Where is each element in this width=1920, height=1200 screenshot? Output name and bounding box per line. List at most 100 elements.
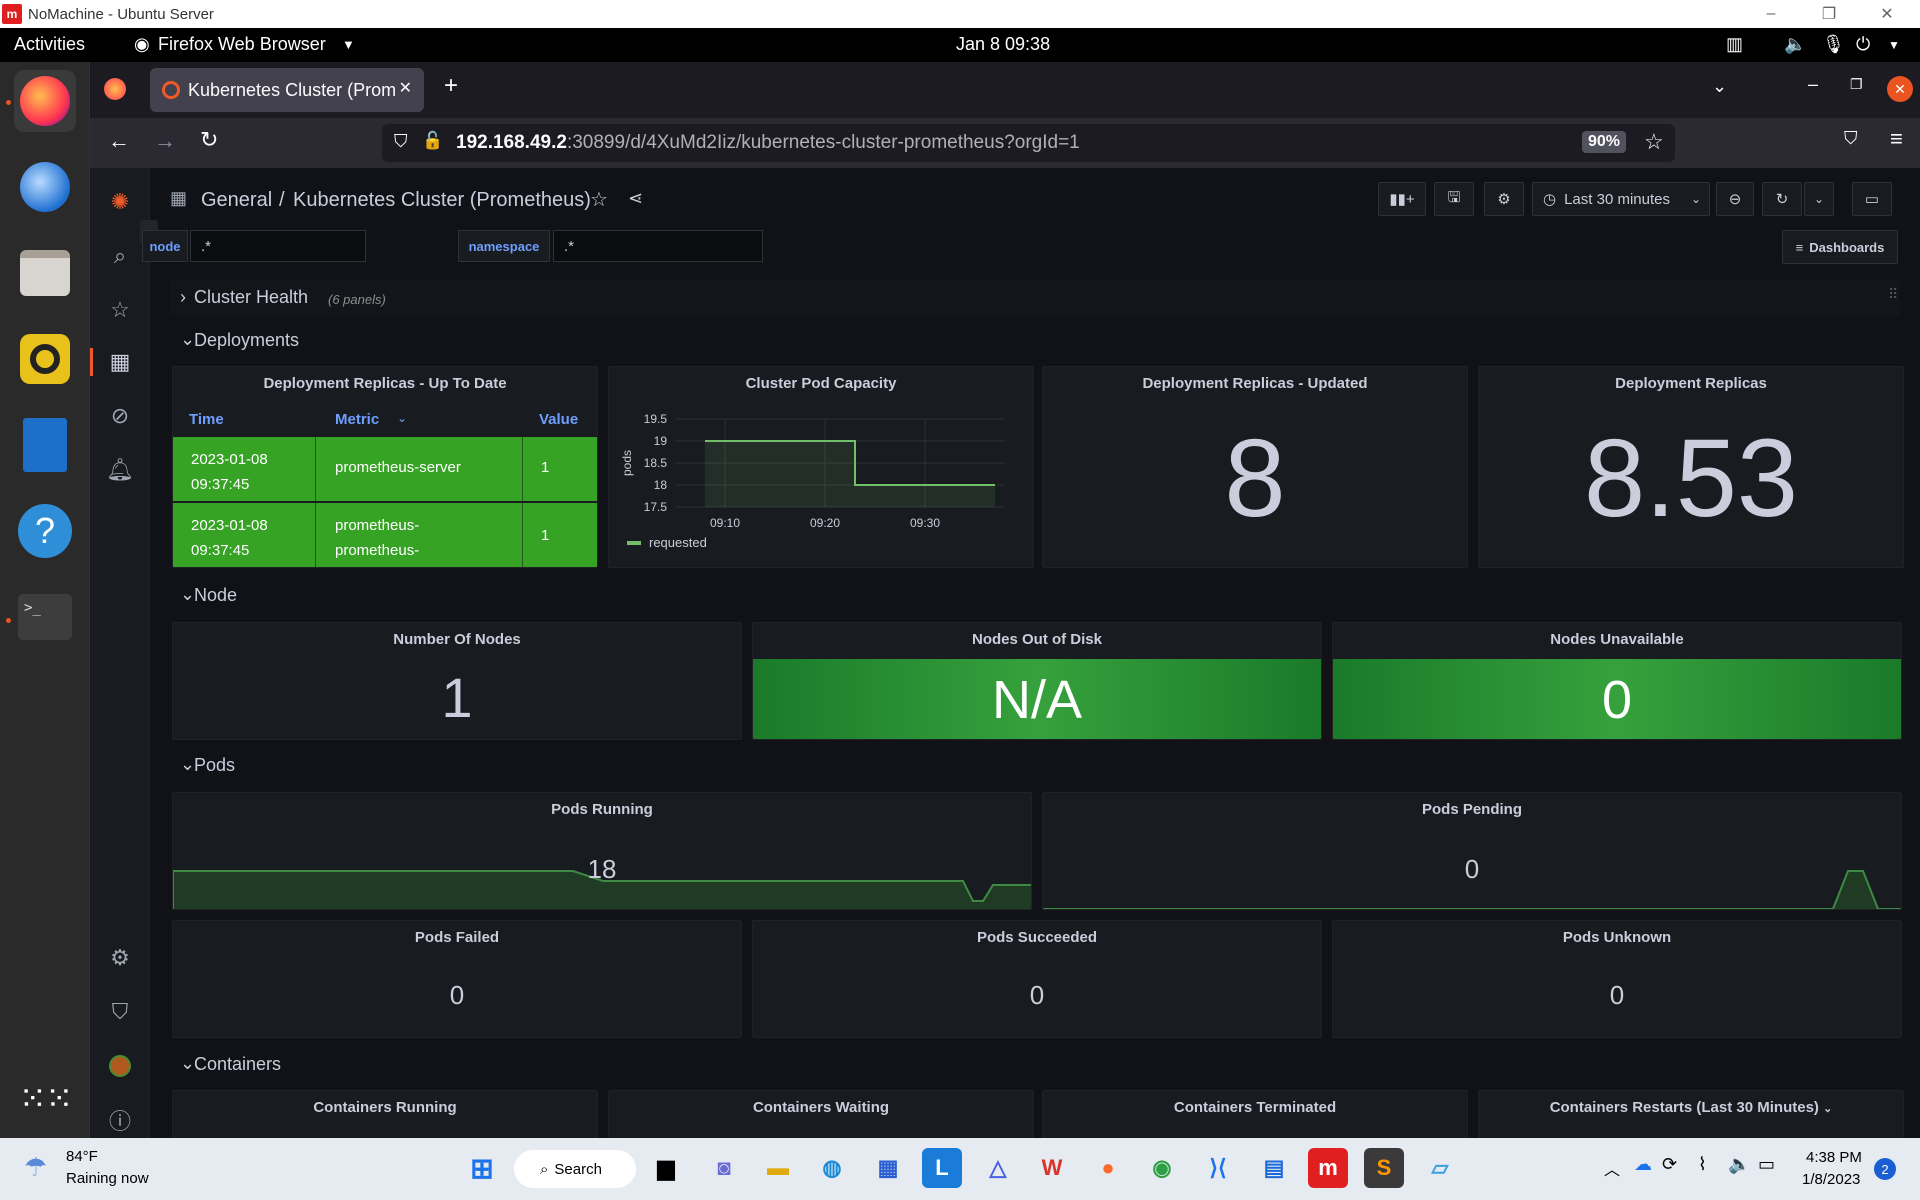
- onedrive-icon[interactable]: ☁: [1634, 1154, 1652, 1175]
- alerting-bell-icon[interactable]: 🔔︎: [106, 456, 134, 484]
- chat-icon[interactable]: ◙: [704, 1148, 744, 1188]
- configuration-gear-icon[interactable]: ⚙: [106, 944, 134, 972]
- panel-pods-failed[interactable]: Pods Failed 0: [172, 920, 742, 1038]
- minimize-icon[interactable]: –: [1808, 74, 1818, 95]
- table-row[interactable]: 2023-01-08 09:37:45 prometheus-server 1: [173, 437, 597, 501]
- task-view-icon[interactable]: ▆: [646, 1148, 686, 1188]
- panel-containers-waiting[interactable]: Containers Waiting: [608, 1090, 1034, 1138]
- vscode-icon[interactable]: ⟩⟨: [1198, 1148, 1238, 1188]
- breadcrumb-folder[interactable]: General: [201, 189, 272, 212]
- add-panel-icon[interactable]: ▮▮+: [1378, 182, 1426, 216]
- reload-icon[interactable]: ↻: [200, 127, 218, 153]
- panel-containers-running[interactable]: Containers Running: [172, 1090, 598, 1138]
- pocket-icon[interactable]: ⛉: [1844, 128, 1858, 149]
- table-row[interactable]: 2023-01-08 09:37:45 prometheus- promethe…: [173, 503, 597, 567]
- notification-badge[interactable]: 2: [1874, 1158, 1896, 1180]
- terminal-icon[interactable]: >_: [14, 586, 76, 648]
- chrome-icon[interactable]: ◉: [1142, 1148, 1182, 1188]
- activities-button[interactable]: Activities: [14, 34, 85, 55]
- insecure-lock-icon[interactable]: 🔓: [422, 131, 443, 151]
- save-dashboard-icon[interactable]: 🖫: [1434, 182, 1474, 216]
- help-icon[interactable]: ?: [14, 500, 76, 562]
- help-icon[interactable]: ⓘ: [106, 1106, 134, 1134]
- taskbar-date[interactable]: 1/8/2023: [1802, 1171, 1860, 1188]
- row-title-pods[interactable]: Pods: [194, 755, 235, 776]
- app-menu-hamburger-icon[interactable]: ≡: [1890, 126, 1903, 152]
- restore-icon[interactable]: ❐: [1806, 0, 1852, 28]
- battery-icon[interactable]: ▭: [1758, 1154, 1775, 1175]
- sync-icon[interactable]: ⟳: [1662, 1154, 1677, 1175]
- minimize-icon[interactable]: –: [1748, 0, 1794, 28]
- panel-pods-succeeded[interactable]: Pods Succeeded 0: [752, 920, 1322, 1038]
- firefox-app-menu-icon[interactable]: ◉: [134, 34, 150, 55]
- firefox-view-icon[interactable]: [104, 78, 126, 100]
- nomachine-taskbar-icon[interactable]: m: [1308, 1148, 1348, 1188]
- rhythmbox-icon[interactable]: [14, 328, 76, 390]
- writer-icon[interactable]: [14, 414, 76, 476]
- file-explorer-icon[interactable]: ▬: [758, 1148, 798, 1188]
- app-menu-label[interactable]: Firefox Web Browser: [158, 34, 326, 55]
- new-tab-icon[interactable]: +: [444, 72, 458, 100]
- list-tabs-chevron-icon[interactable]: ⌄: [1712, 76, 1727, 97]
- variable-input-node[interactable]: .*: [190, 230, 366, 262]
- notepad-icon[interactable]: ▤: [1254, 1148, 1294, 1188]
- grafana-logo-icon[interactable]: ✺: [106, 188, 134, 216]
- weather-temp[interactable]: 84°F: [66, 1148, 98, 1165]
- url-bar[interactable]: ⛉ 🔓 192.168.49.2:30899/d/4XuMd2Iiz/kuber…: [382, 124, 1675, 162]
- search-box[interactable]: ⌕ Search: [514, 1150, 636, 1188]
- edge-icon[interactable]: ◍: [812, 1148, 852, 1188]
- panel-nodes-out-of-disk[interactable]: Nodes Out of Disk N/A: [752, 622, 1322, 740]
- weather-desc[interactable]: Raining now: [66, 1170, 149, 1187]
- close-window-icon[interactable]: ✕: [1887, 76, 1913, 102]
- panel-pods-pending[interactable]: Pods Pending 0: [1042, 792, 1902, 910]
- refresh-icon[interactable]: ↻: [1762, 182, 1802, 216]
- browser-tab[interactable]: Kubernetes Cluster (Prom ✕: [150, 68, 424, 112]
- server-admin-shield-icon[interactable]: ⛉: [106, 998, 134, 1026]
- speaker-icon[interactable]: 🔈: [1728, 1154, 1750, 1175]
- show-hidden-icons-chevron-icon[interactable]: ︿: [1604, 1156, 1620, 1180]
- panel-containers-restarts[interactable]: Containers Restarts (Last 30 Minutes) ⌄: [1478, 1090, 1904, 1138]
- microphone-icon[interactable]: 🎙: [1822, 34, 1845, 55]
- panel-deployment-replicas[interactable]: Deployment Replicas 8.53: [1478, 366, 1904, 568]
- wps-icon[interactable]: W: [1032, 1148, 1072, 1188]
- weather-rain-icon[interactable]: ☂: [24, 1152, 47, 1183]
- panel-cluster-pod-capacity[interactable]: Cluster Pod Capacity 19.5 19 18.5 18 17.5 09:…: [608, 366, 1034, 568]
- user-avatar[interactable]: [106, 1052, 134, 1080]
- power-icon[interactable]: ⏻: [1856, 34, 1870, 55]
- back-icon[interactable]: ←: [108, 128, 130, 154]
- starred-icon[interactable]: ☆: [106, 296, 134, 324]
- volume-icon[interactable]: 🔈: [1784, 34, 1806, 55]
- shield-icon[interactable]: ⛉: [394, 131, 408, 152]
- search-icon[interactable]: ⌕: [106, 242, 134, 270]
- firefox-icon[interactable]: [14, 70, 76, 132]
- dashboards-grid-icon[interactable]: ▦: [106, 348, 134, 376]
- column-header-metric[interactable]: Metric: [335, 411, 379, 428]
- close-tab-icon[interactable]: ✕: [399, 78, 412, 98]
- row-title-containers[interactable]: Containers: [194, 1054, 281, 1075]
- clock[interactable]: Jan 8 09:38: [956, 34, 1050, 55]
- explore-compass-icon[interactable]: ⊘: [106, 402, 134, 430]
- sublime-icon[interactable]: S: [1364, 1148, 1404, 1188]
- show-apps-grid-icon[interactable]: ⁙⁙: [14, 1068, 76, 1130]
- wifi-icon[interactable]: ⌇: [1698, 1154, 1707, 1175]
- row-cluster-health[interactable]: [170, 280, 1900, 316]
- dashboards-button[interactable]: ≡ Dashboards: [1782, 230, 1898, 264]
- remote-desktop-icon[interactable]: ▱: [1420, 1148, 1460, 1188]
- forward-icon[interactable]: →: [154, 128, 176, 154]
- panel-pods-unknown[interactable]: Pods Unknown 0: [1332, 920, 1902, 1038]
- start-windows-icon[interactable]: ⊞: [462, 1148, 502, 1188]
- taskbar-time[interactable]: 4:38 PM: [1806, 1149, 1862, 1166]
- chevron-down-icon[interactable]: ▼: [342, 37, 355, 52]
- refresh-interval-chevron-icon[interactable]: ⌄: [1804, 182, 1834, 216]
- row-title-node[interactable]: Node: [194, 585, 237, 606]
- store-icon[interactable]: ▦: [868, 1148, 908, 1188]
- system-menu-chevron-icon[interactable]: ▼: [1888, 38, 1900, 52]
- maximize-icon[interactable]: ❐: [1850, 76, 1863, 93]
- dashboard-title[interactable]: Kubernetes Cluster (Prometheus): [293, 189, 591, 212]
- drag-handle-icon[interactable]: ⠿: [1888, 286, 1898, 303]
- variable-input-namespace[interactable]: .*: [553, 230, 763, 262]
- share-icon[interactable]: ⋖: [628, 188, 643, 209]
- panel-menu-chevron-icon[interactable]: ⌄: [1823, 1103, 1832, 1115]
- row-title-cluster-health[interactable]: Cluster Health: [194, 287, 308, 308]
- bookmark-star-icon[interactable]: ☆: [1644, 129, 1664, 155]
